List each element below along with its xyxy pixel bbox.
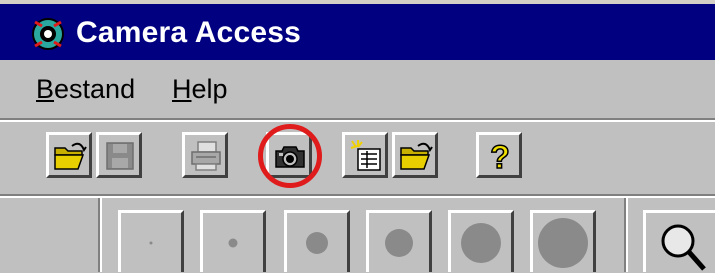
open-folder-button[interactable] — [46, 132, 92, 178]
palette-area — [0, 198, 715, 272]
menu-bestand-accel: B — [36, 74, 55, 104]
brush-dot — [306, 231, 328, 254]
print-button[interactable] — [182, 132, 228, 178]
new-sheet-button[interactable] — [342, 132, 388, 178]
brush-size-smallest[interactable] — [118, 210, 184, 272]
brush-dot — [461, 222, 501, 263]
brush-dot — [385, 228, 413, 257]
help-button[interactable]: ? — [476, 132, 522, 178]
brush-size-small[interactable] — [200, 210, 266, 272]
menu-help-accel: H — [172, 74, 192, 104]
brush-size-medium-large[interactable] — [366, 210, 432, 272]
brush-dot — [228, 238, 238, 247]
question-mark-icon: ? — [489, 138, 510, 174]
svg-text:?: ? — [490, 139, 510, 174]
menu-bestand-label: estand — [54, 74, 136, 104]
new-sheet-icon — [350, 140, 381, 171]
save-button[interactable] — [96, 132, 142, 178]
open-folder-icon — [54, 142, 87, 170]
printer-icon — [191, 141, 221, 171]
brush-size-medium[interactable] — [284, 210, 350, 272]
window-title: Camera Access — [76, 16, 301, 49]
brush-size-largest[interactable] — [530, 210, 596, 272]
open-folder-icon — [400, 142, 433, 170]
menu-bar: Bestand Help — [0, 60, 715, 118]
brush-size-large[interactable] — [448, 210, 514, 272]
floppy-disk-icon — [106, 142, 134, 170]
zoom-button[interactable] — [643, 210, 715, 272]
brush-dot — [149, 241, 153, 244]
palette-divider-right — [624, 198, 628, 272]
magnifier-icon — [661, 224, 706, 271]
open-folder-2-button[interactable] — [392, 132, 438, 178]
camera-access-app-icon — [32, 18, 64, 50]
menu-help[interactable]: Help — [172, 72, 228, 106]
palette-divider-left — [98, 198, 102, 272]
brush-dot — [538, 217, 588, 268]
menu-help-label: elp — [191, 74, 228, 104]
title-bar: Camera Access — [0, 0, 715, 60]
camera-highlight-circle — [258, 124, 322, 188]
toolbar: ? — [0, 122, 715, 194]
menu-bestand[interactable]: Bestand — [36, 72, 135, 106]
